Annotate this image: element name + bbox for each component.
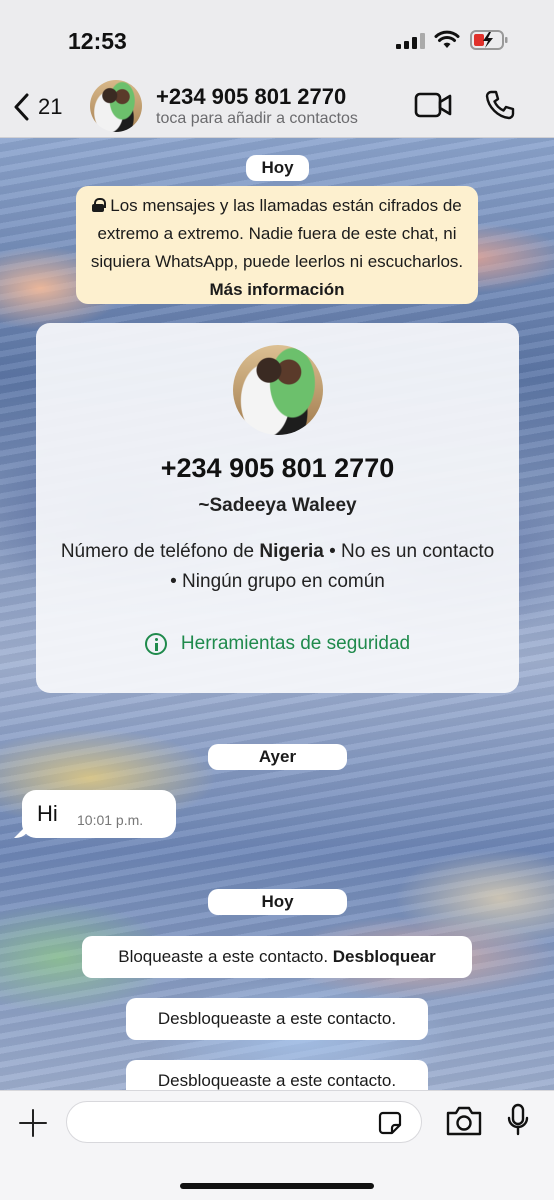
- message-time: 10:01 p.m.: [77, 812, 144, 828]
- incoming-message[interactable]: Hi 10:01 p.m.: [22, 790, 176, 838]
- signal-icon: [396, 33, 426, 49]
- date-separator-today: Hoy: [246, 155, 309, 181]
- status-time: 12:53: [68, 28, 127, 54]
- plus-icon[interactable]: [18, 1108, 48, 1138]
- card-details: Número de teléfono de Nigeria • No es un…: [56, 537, 499, 597]
- date-separator-today-2: Hoy: [208, 889, 347, 915]
- home-indicator: [180, 1183, 374, 1189]
- date-separator-yesterday: Ayer: [208, 744, 347, 770]
- contact-avatar[interactable]: [90, 80, 142, 132]
- system-message-unblocked: Desbloqueaste a este contacto.: [126, 998, 428, 1040]
- details-country: Nigeria: [259, 541, 324, 562]
- lock-icon: [92, 198, 107, 212]
- encryption-notice[interactable]: Los mensajes y las llamadas están cifrad…: [76, 186, 478, 304]
- wifi-icon: [434, 30, 460, 48]
- system-message-blocked: Bloqueaste a este contacto. Desbloquear: [82, 936, 472, 978]
- battery-icon: [470, 30, 508, 50]
- encryption-text: Los mensajes y las llamadas están cifrad…: [90, 196, 464, 271]
- unblock-link[interactable]: Desbloquear: [333, 947, 436, 966]
- card-alias: ~Sadeeya Waleey: [198, 495, 357, 516]
- sticker-icon[interactable]: [378, 1111, 402, 1135]
- safety-tools-button[interactable]: Herramientas de seguridad: [36, 633, 519, 655]
- chevron-left-icon: [14, 93, 29, 121]
- contact-subtitle[interactable]: toca para añadir a contactos: [156, 110, 358, 128]
- blocked-text: Bloqueaste a este contacto.: [118, 947, 329, 966]
- message-input[interactable]: [66, 1101, 422, 1143]
- contact-title[interactable]: +234 905 801 2770: [156, 84, 346, 110]
- more-info-link[interactable]: Más información: [209, 280, 344, 299]
- camera-icon[interactable]: [445, 1105, 483, 1137]
- message-text: Hi: [37, 801, 58, 826]
- contact-info-card: +234 905 801 2770 ~Sadeeya Waleey Número…: [36, 323, 519, 693]
- contact-profile-photo[interactable]: [233, 345, 323, 435]
- info-icon: [144, 633, 167, 655]
- back-button[interactable]: 21: [12, 90, 72, 124]
- details-prefix: Número de teléfono de: [60, 541, 255, 562]
- header-bar: 12:53 21 +234 905 801 2770 toca para aña…: [0, 0, 554, 138]
- microphone-icon[interactable]: [506, 1103, 530, 1137]
- phone-call-icon[interactable]: [484, 89, 516, 121]
- video-call-icon[interactable]: [414, 92, 452, 118]
- unread-count: 21: [38, 94, 63, 119]
- composer-bar: [0, 1090, 554, 1200]
- card-phone-number: +234 905 801 2770: [160, 453, 395, 483]
- safety-tools-label: Herramientas de seguridad: [180, 633, 411, 654]
